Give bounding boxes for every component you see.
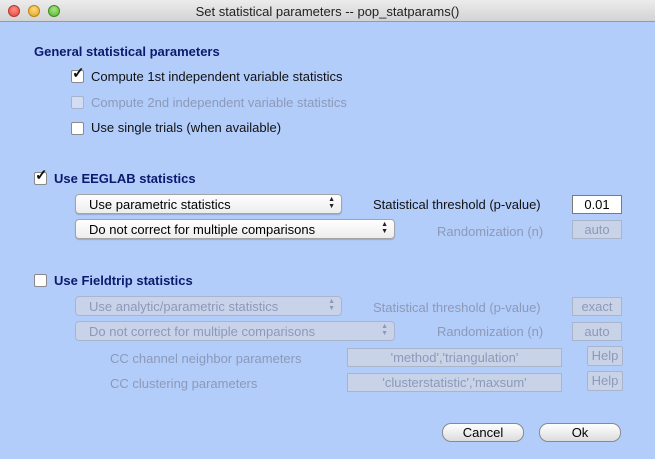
ok-button[interactable]: Ok bbox=[539, 423, 621, 442]
eeglab-correction-value: Do not correct for multiple comparisons bbox=[89, 222, 316, 237]
fieldtrip-method-value: Use analytic/parametric statistics bbox=[89, 299, 279, 314]
checkmark-icon: ✓ bbox=[35, 167, 48, 184]
window-title: Set statistical parameters -- pop_statpa… bbox=[195, 4, 460, 19]
fieldtrip-randomization-input: auto bbox=[572, 322, 622, 341]
cc-neighbor-label: CC channel neighbor parameters bbox=[110, 351, 302, 366]
fieldtrip-randomization-label: Randomization (n) bbox=[437, 324, 544, 339]
single-trials-checkbox[interactable] bbox=[71, 122, 84, 135]
cc-neighbor-input: 'method','triangulation' bbox=[347, 348, 562, 367]
compute-1st-label[interactable]: Compute 1st independent variable statist… bbox=[91, 69, 342, 84]
eeglab-randomization-label: Randomization (n) bbox=[437, 224, 544, 239]
single-trials-label[interactable]: Use single trials (when available) bbox=[91, 120, 281, 135]
eeglab-threshold-input[interactable]: 0.01 bbox=[572, 195, 622, 214]
fieldtrip-heading[interactable]: Use Fieldtrip statistics bbox=[54, 273, 193, 288]
cc-neighbor-help-button: Help bbox=[587, 346, 623, 366]
general-heading: General statistical parameters bbox=[34, 44, 220, 59]
fieldtrip-threshold-label: Statistical threshold (p-value) bbox=[373, 300, 541, 315]
eeglab-correction-popup[interactable]: Do not correct for multiple comparisons … bbox=[75, 219, 395, 239]
dialog-window: Set statistical parameters -- pop_statpa… bbox=[0, 0, 655, 459]
cc-clustering-label: CC clustering parameters bbox=[110, 376, 258, 391]
use-fieldtrip-checkbox[interactable] bbox=[34, 274, 47, 287]
eeglab-heading[interactable]: Use EEGLAB statistics bbox=[54, 171, 196, 186]
compute-1st-checkbox[interactable]: ✓ bbox=[71, 66, 85, 83]
eeglab-method-popup[interactable]: Use parametric statistics ▲ ▼ bbox=[75, 194, 342, 214]
eeglab-method-value: Use parametric statistics bbox=[89, 197, 231, 212]
fieldtrip-threshold-input: exact bbox=[572, 297, 622, 316]
fieldtrip-correction-popup: Do not correct for multiple comparisons … bbox=[75, 321, 395, 341]
popup-arrows-icon: ▲ ▼ bbox=[381, 221, 388, 235]
cc-clustering-help-button: Help bbox=[587, 371, 623, 391]
fieldtrip-method-popup: Use analytic/parametric statistics ▲ ▼ bbox=[75, 296, 342, 316]
popup-arrows-icon: ▲ ▼ bbox=[328, 196, 335, 210]
popup-arrows-icon: ▲ ▼ bbox=[381, 323, 388, 337]
compute-2nd-checkbox bbox=[71, 96, 84, 109]
eeglab-randomization-input: auto bbox=[572, 220, 622, 239]
use-eeglab-checkbox[interactable]: ✓ bbox=[34, 168, 48, 185]
title-bar: Set statistical parameters -- pop_statpa… bbox=[0, 0, 655, 22]
checkmark-icon: ✓ bbox=[72, 65, 85, 82]
popup-arrows-icon: ▲ ▼ bbox=[328, 298, 335, 312]
eeglab-threshold-label: Statistical threshold (p-value) bbox=[373, 197, 541, 212]
cc-clustering-input: 'clusterstatistic','maxsum' bbox=[347, 373, 562, 392]
compute-2nd-label: Compute 2nd independent variable statist… bbox=[91, 95, 347, 110]
fieldtrip-correction-value: Do not correct for multiple comparisons bbox=[89, 324, 316, 339]
cancel-button[interactable]: Cancel bbox=[442, 423, 524, 442]
